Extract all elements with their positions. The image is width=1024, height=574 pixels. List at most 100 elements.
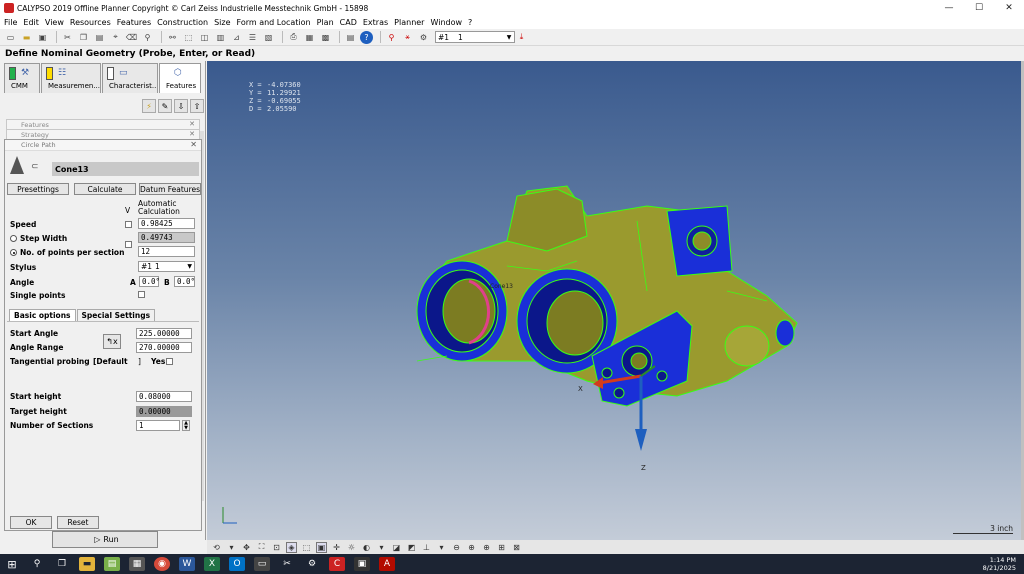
- tab-cmm[interactable]: ⚒ CMM: [4, 63, 40, 93]
- tab-features[interactable]: ⬡ Features: [159, 63, 201, 93]
- zoom-out-icon[interactable]: ⊖: [451, 542, 462, 553]
- stylus-qualify-icon[interactable]: ⚹: [401, 31, 414, 44]
- paste-icon[interactable]: ▤: [93, 31, 106, 44]
- menu-extras[interactable]: Extras: [363, 18, 388, 27]
- angle-range-field[interactable]: 270.00000: [136, 342, 192, 353]
- plot-icon[interactable]: ▩: [319, 31, 332, 44]
- tangential-yes-checkbox[interactable]: [166, 358, 173, 365]
- feature-probe-icon[interactable]: ⚡: [142, 99, 156, 113]
- chrome-icon[interactable]: ◉: [154, 557, 170, 571]
- target-height-field[interactable]: 0.00000: [136, 406, 192, 417]
- calculate-button[interactable]: Calculate: [74, 183, 136, 195]
- notepad-icon[interactable]: ▤: [104, 557, 120, 571]
- probe-down-icon[interactable]: ⤓: [515, 31, 528, 44]
- menu-file[interactable]: File: [4, 18, 17, 27]
- single-points-checkbox[interactable]: [138, 291, 145, 298]
- protocol-icon[interactable]: ▤: [344, 31, 357, 44]
- menu-window[interactable]: Window: [430, 18, 462, 27]
- snipping-tool-icon[interactable]: ✂: [279, 557, 295, 571]
- search-icon[interactable]: ⚲: [29, 557, 45, 571]
- delete-icon[interactable]: ⌫: [125, 31, 138, 44]
- excel-icon[interactable]: X: [204, 557, 220, 571]
- sections-field[interactable]: 1: [136, 420, 180, 431]
- angle-direction-icon[interactable]: ↰x: [103, 334, 121, 349]
- minimize-button[interactable]: —: [934, 0, 964, 16]
- help-icon[interactable]: ?: [360, 30, 373, 44]
- cad-model-icon[interactable]: ◫: [198, 31, 211, 44]
- ok-button[interactable]: OK: [10, 516, 52, 529]
- maximize-button[interactable]: ☐: [964, 0, 994, 16]
- light-icon[interactable]: ☼: [346, 542, 357, 553]
- datum-features-button[interactable]: Datum Features: [139, 183, 201, 195]
- new-file-icon[interactable]: ▭: [4, 31, 17, 44]
- menu-size[interactable]: Size: [214, 18, 230, 27]
- section-icon[interactable]: ◩: [406, 542, 417, 553]
- probe-icon[interactable]: ⌖: [109, 31, 122, 44]
- cone-small-icon[interactable]: ⊂: [31, 162, 45, 172]
- edit-pen-icon[interactable]: ✎: [158, 99, 172, 113]
- fit-view-icon[interactable]: ⛶: [256, 542, 267, 553]
- menu-cad[interactable]: CAD: [340, 18, 357, 27]
- print-icon[interactable]: ⎙: [287, 31, 300, 44]
- start-angle-field[interactable]: 225.00000: [136, 328, 192, 339]
- reset-button[interactable]: Reset: [57, 516, 99, 529]
- run-button[interactable]: ▷ Run: [52, 531, 158, 548]
- axes-icon[interactable]: ⊥: [421, 542, 432, 553]
- pan-view-icon[interactable]: ✥: [241, 542, 252, 553]
- menu-plan[interactable]: Plan: [317, 18, 334, 27]
- angle-b-field[interactable]: 0.0°: [174, 276, 195, 287]
- arrow-down-icon[interactable]: ⇩: [174, 99, 188, 113]
- move-icon[interactable]: ✛: [331, 542, 342, 553]
- chevron-down-icon[interactable]: ▾: [376, 542, 387, 553]
- angle-a-field[interactable]: 0.0°: [139, 276, 160, 287]
- arrow-up-icon[interactable]: ⇧: [190, 99, 204, 113]
- calculator-icon[interactable]: ▦: [129, 557, 145, 571]
- points-checkbox[interactable]: [125, 241, 132, 248]
- menu-resources[interactable]: Resources: [70, 18, 111, 27]
- search-icon[interactable]: ⚲: [141, 31, 154, 44]
- points-per-section-radio[interactable]: [10, 249, 17, 256]
- close-icon[interactable]: ✕: [189, 130, 195, 138]
- presettings-button[interactable]: Presettings: [7, 183, 69, 195]
- menu-planner[interactable]: Planner: [394, 18, 424, 27]
- start-height-field[interactable]: 0.08000: [136, 391, 192, 402]
- calypso-taskbar-icon[interactable]: C: [329, 557, 345, 571]
- cad-app-icon[interactable]: ▣: [354, 557, 370, 571]
- zoom-fit-icon[interactable]: ⊠: [511, 542, 522, 553]
- menu-edit[interactable]: Edit: [23, 18, 39, 27]
- picture-icon[interactable]: ▧: [262, 31, 275, 44]
- outlook-icon[interactable]: O: [229, 557, 245, 571]
- step-width-radio[interactable]: [10, 235, 17, 242]
- rotate-view-icon[interactable]: ⟲: [211, 542, 222, 553]
- measure-icon[interactable]: ⊿: [230, 31, 243, 44]
- chevron-down-icon[interactable]: ▾: [436, 542, 447, 553]
- points-per-section-field[interactable]: 12: [138, 246, 195, 257]
- close-icon[interactable]: ✕: [189, 120, 195, 128]
- tab-characteristics[interactable]: ▭ Characterist...: [102, 63, 158, 93]
- cad-view-icon[interactable]: ⬚: [182, 31, 195, 44]
- binoculars-icon[interactable]: ⚯: [166, 31, 179, 44]
- step-width-field[interactable]: 0.49743: [138, 232, 195, 243]
- zoom-window-icon[interactable]: ⊞: [496, 542, 507, 553]
- settings-icon[interactable]: ⚙: [304, 557, 320, 571]
- menu-help[interactable]: ?: [468, 18, 472, 27]
- color-icon[interactable]: ◐: [361, 542, 372, 553]
- stylus-system-icon[interactable]: ⚙: [417, 31, 430, 44]
- stylus-select[interactable]: #1 1 ▼: [435, 31, 515, 43]
- cad-viewport[interactable]: X = -4.07360 Y = 11.29921 Z = -0.69055 D = 2…: [207, 61, 1021, 540]
- close-icon[interactable]: ✕: [190, 140, 197, 149]
- feature-name[interactable]: Cone13: [52, 162, 199, 176]
- iso-view-icon[interactable]: ◈: [286, 541, 297, 553]
- menu-view[interactable]: View: [45, 18, 64, 27]
- speed-checkbox[interactable]: [125, 221, 132, 228]
- speed-field[interactable]: 0.98425: [138, 218, 195, 229]
- save-icon[interactable]: ▣: [36, 31, 49, 44]
- chart-icon[interactable]: ▥: [214, 31, 227, 44]
- tab-special-settings[interactable]: Special Settings: [76, 309, 156, 321]
- acrobat-icon[interactable]: A: [379, 557, 395, 571]
- zoom-in-icon[interactable]: ⊕: [481, 542, 492, 553]
- menu-features[interactable]: Features: [117, 18, 151, 27]
- tab-basic-options[interactable]: Basic options: [9, 309, 76, 321]
- wireframe-icon[interactable]: ⬚: [301, 542, 312, 553]
- zoom-icon[interactable]: ⊕: [466, 542, 477, 553]
